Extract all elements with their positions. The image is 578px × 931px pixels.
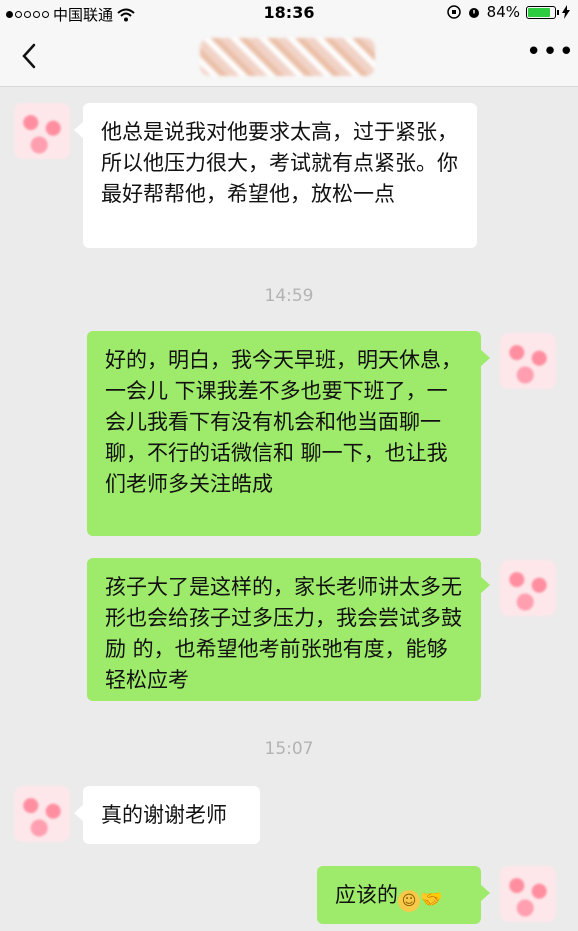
avatar[interactable] — [14, 103, 70, 159]
smile-emoji-icon: ☺ — [398, 890, 420, 912]
chat-header: ••• — [0, 26, 578, 87]
avatar[interactable] — [500, 866, 556, 922]
charging-bolt-icon — [562, 5, 570, 19]
message-bubble-received[interactable]: 他总是说我对他要求太高，过于紧张，所以他压力很大，考试就有点紧张。你最好帮帮他，… — [74, 103, 477, 248]
chevron-left-icon[interactable] — [18, 42, 42, 70]
rotation-lock-icon — [446, 5, 461, 19]
message-bubble-sent[interactable]: 孩子大了是这样的，家长老师讲太多无形也会给孩子过多压力，我会尝试多鼓励 的，也希… — [87, 558, 490, 701]
contact-name-redacted — [200, 38, 375, 76]
handshake-emoji-icon: 🤝 — [420, 889, 443, 910]
battery-percent: 84% — [486, 3, 520, 21]
battery-icon — [526, 5, 559, 19]
status-right: 84% — [446, 3, 570, 21]
timestamp: 15:07 — [264, 739, 314, 759]
message-bubble-sent[interactable]: 应该的 ☺ 🤝 — [317, 866, 490, 924]
status-bar: 中国联通 18:36 84% — [0, 0, 578, 26]
message-bubble-received[interactable]: 真的谢谢老师 — [74, 786, 260, 844]
avatar[interactable] — [500, 560, 556, 616]
alarm-icon — [468, 8, 479, 18]
message-text: 应该的 — [335, 883, 398, 907]
more-dots-icon[interactable]: ••• — [526, 39, 574, 70]
message-bubble-sent[interactable]: 好的，明白，我今天早班，明天休息，一会儿 下课我差不多也要下班了，一会儿我看下有… — [87, 331, 490, 536]
timestamp: 14:59 — [264, 286, 314, 306]
avatar[interactable] — [14, 786, 70, 842]
avatar[interactable] — [500, 333, 556, 389]
